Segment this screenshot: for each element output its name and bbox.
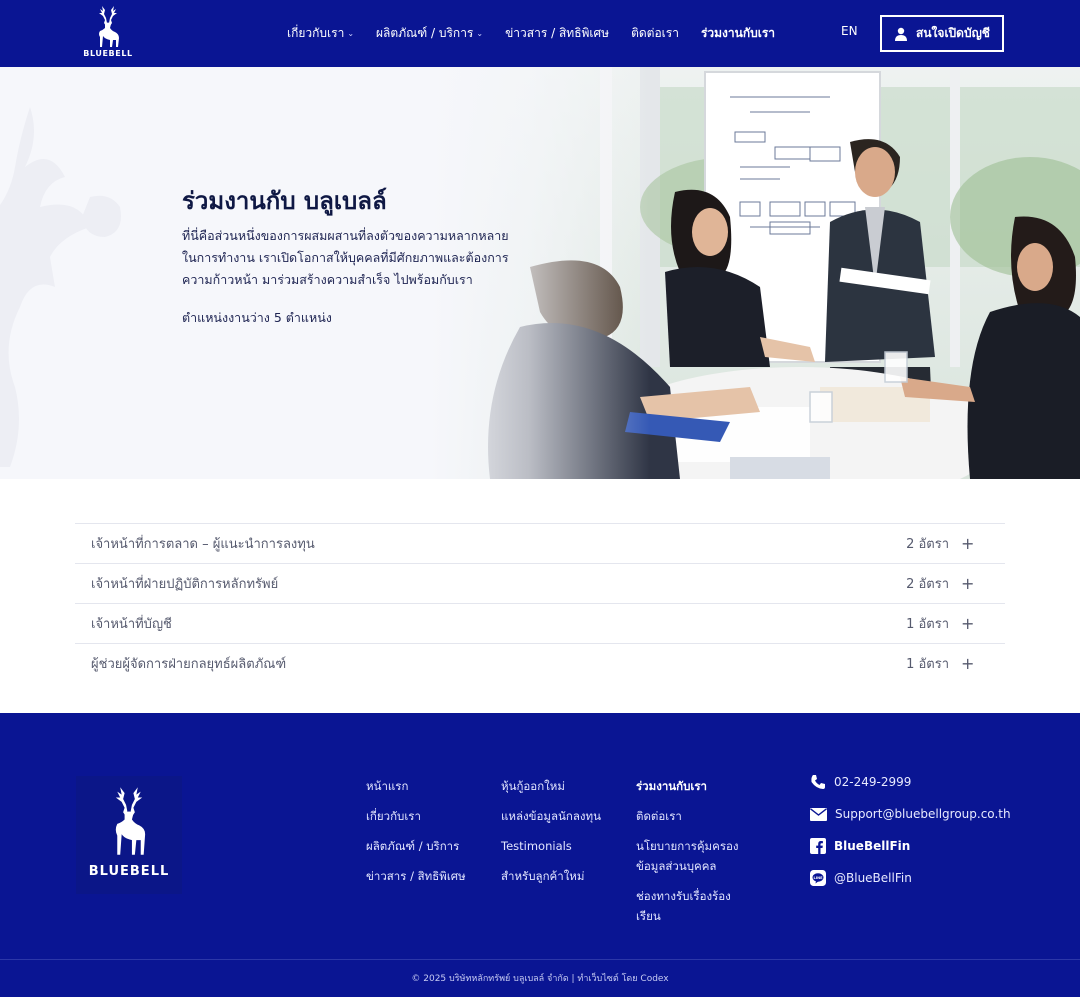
footer-links-col3: ร่วมงานกับเรา ติดต่อเรา นโยบายการคุ้มครอ… [636, 776, 746, 936]
brand-logo[interactable]: BLUEBELL [80, 4, 136, 62]
footer-link-home[interactable]: หน้าแรก [366, 776, 466, 796]
job-openings: 1 อัตรา [906, 617, 949, 632]
footer-link-new-customers[interactable]: สำหรับลูกค้าใหม่ [501, 866, 601, 886]
footer-link-privacy-policy[interactable]: นโยบายการคุ้มครองข้อมูลส่วนบุคคล [636, 836, 746, 876]
site-footer: BLUEBELL หน้าแรก เกี่ยวกับเรา ผลิตภัณฑ์ … [0, 713, 1080, 997]
hero-banner: ร่วมงานกับ บลูเบลล์ ที่นี่คือส่วนหนึ่งขอ… [0, 67, 1080, 479]
footer-logo[interactable]: BLUEBELL [76, 776, 182, 894]
nav-item-careers[interactable]: ร่วมงานกับเรา [701, 24, 775, 43]
svg-text:LINE: LINE [813, 876, 823, 880]
page-title: ร่วมงานกับ บลูเบลล์ [182, 187, 387, 215]
deer-logo-icon [99, 6, 119, 47]
chevron-down-icon: ⌄ [476, 29, 484, 38]
nav-label: ผลิตภัณฑ์ / บริการ [376, 26, 474, 40]
nav-item-news[interactable]: ข่าวสาร / สิทธิพิเศษ [505, 24, 609, 43]
job-openings: 2 อัตรา [906, 577, 949, 592]
open-account-button[interactable]: สนใจเปิดบัญชี [880, 15, 1004, 52]
site-header: BLUEBELL เกี่ยวกับเรา ⌄ ผลิตภัณฑ์ / บริก… [0, 0, 1080, 67]
job-list: เจ้าหน้าที่การตลาด – ผู้แนะนำการลงทุน 2 … [75, 523, 1005, 683]
footer-divider [0, 959, 1080, 960]
job-title: เจ้าหน้าที่บัญชี [91, 617, 172, 632]
footer-link-news[interactable]: ข่าวสาร / สิทธิพิเศษ [366, 866, 466, 886]
job-openings: 1 อัตรา [906, 657, 949, 672]
language-switch[interactable]: EN [841, 24, 858, 38]
footer-contact: 02-249-2999 Support@bluebellgroup.co.th … [810, 772, 1011, 900]
contact-facebook[interactable]: BlueBellFin [810, 836, 1011, 856]
deer-logo-icon [115, 787, 146, 855]
plus-icon[interactable]: + [961, 534, 974, 553]
nav-label: ร่วมงานกับเรา [700, 26, 775, 40]
contact-phone[interactable]: 02-249-2999 [810, 772, 1011, 792]
logo-wordmark: BLUEBELL [83, 49, 133, 58]
footer-logo-wordmark: BLUEBELL [88, 864, 170, 879]
nav-item-products[interactable]: ผลิตภัณฑ์ / บริการ ⌄ [376, 24, 483, 43]
line-handle: @BlueBellFin [834, 871, 912, 885]
mail-icon [810, 807, 827, 821]
footer-link-new-bonds[interactable]: หุ้นกู้ออกใหม่ [501, 776, 601, 796]
job-row[interactable]: เจ้าหน้าที่บัญชี 1 อัตรา + [75, 603, 1005, 643]
line-icon: LINE [810, 870, 826, 886]
contact-line[interactable]: LINE @BlueBellFin [810, 868, 1011, 888]
nav-item-about[interactable]: เกี่ยวกับเรา ⌄ [287, 24, 354, 43]
job-title: เจ้าหน้าที่การตลาด – ผู้แนะนำการลงทุน [91, 537, 315, 552]
facebook-icon [810, 838, 826, 854]
plus-icon[interactable]: + [961, 574, 974, 593]
contact-email[interactable]: Support@bluebellgroup.co.th [810, 804, 1011, 824]
footer-link-investor-info[interactable]: แหล่งข้อมูลนักลงทุน [501, 806, 601, 826]
facebook-handle: BlueBellFin [834, 839, 911, 853]
footer-links-col1: หน้าแรก เกี่ยวกับเรา ผลิตภัณฑ์ / บริการ … [366, 776, 466, 896]
nav-label: เกี่ยวกับเรา [287, 26, 345, 40]
phone-number: 02-249-2999 [834, 775, 912, 789]
email-address: Support@bluebellgroup.co.th [835, 807, 1011, 821]
copyright-text: © 2025 บริษัทหลักทรัพย์ บลูเบลล์ จำกัด |… [411, 974, 669, 984]
footer-link-complaints[interactable]: ช่องทางรับเรื่องร้องเรียน [636, 886, 746, 926]
job-row[interactable]: เจ้าหน้าที่ฝ่ายปฏิบัติการหลักทรัพย์ 2 อั… [75, 563, 1005, 603]
job-title: ผู้ช่วยผู้จัดการฝ่ายกลยุทธ์ผลิตภัณฑ์ [91, 657, 287, 672]
user-icon [895, 27, 908, 41]
job-openings: 2 อัตรา [906, 537, 949, 552]
nav-item-contact[interactable]: ติดต่อเรา [631, 24, 679, 43]
footer-links-col2: หุ้นกู้ออกใหม่ แหล่งข้อมูลนักลงทุน Testi… [501, 776, 601, 896]
main-nav: เกี่ยวกับเรา ⌄ ผลิตภัณฑ์ / บริการ ⌄ ข่าว… [287, 0, 797, 67]
footer-link-testimonials[interactable]: Testimonials [501, 836, 601, 856]
job-title: เจ้าหน้าที่ฝ่ายปฏิบัติการหลักทรัพย์ [91, 577, 279, 592]
open-account-label: สนใจเปิดบัญชี [916, 26, 990, 40]
job-row[interactable]: ผู้ช่วยผู้จัดการฝ่ายกลยุทธ์ผลิตภัณฑ์ 1 อ… [75, 643, 1005, 683]
hero-description: ที่นี่คือส่วนหนึ่งของการผสมผสานที่ลงตัวข… [182, 228, 509, 287]
footer-link-careers[interactable]: ร่วมงานกับเรา [636, 776, 746, 796]
plus-icon[interactable]: + [961, 614, 974, 633]
footer-link-contact[interactable]: ติดต่อเรา [636, 806, 746, 826]
job-row[interactable]: เจ้าหน้าที่การตลาด – ผู้แนะนำการลงทุน 2 … [75, 523, 1005, 563]
footer-link-products[interactable]: ผลิตภัณฑ์ / บริการ [366, 836, 466, 856]
footer-link-about[interactable]: เกี่ยวกับเรา [366, 806, 466, 826]
phone-icon [811, 775, 825, 789]
nav-label: ติดต่อเรา [631, 26, 679, 40]
chevron-down-icon: ⌄ [347, 29, 355, 38]
deer-watermark-icon [0, 107, 121, 467]
open-positions-count: ตำแหน่งงานว่าง 5 ตำแหน่ง [182, 310, 332, 325]
plus-icon[interactable]: + [961, 654, 974, 673]
nav-label: ข่าวสาร / สิทธิพิเศษ [505, 26, 610, 40]
